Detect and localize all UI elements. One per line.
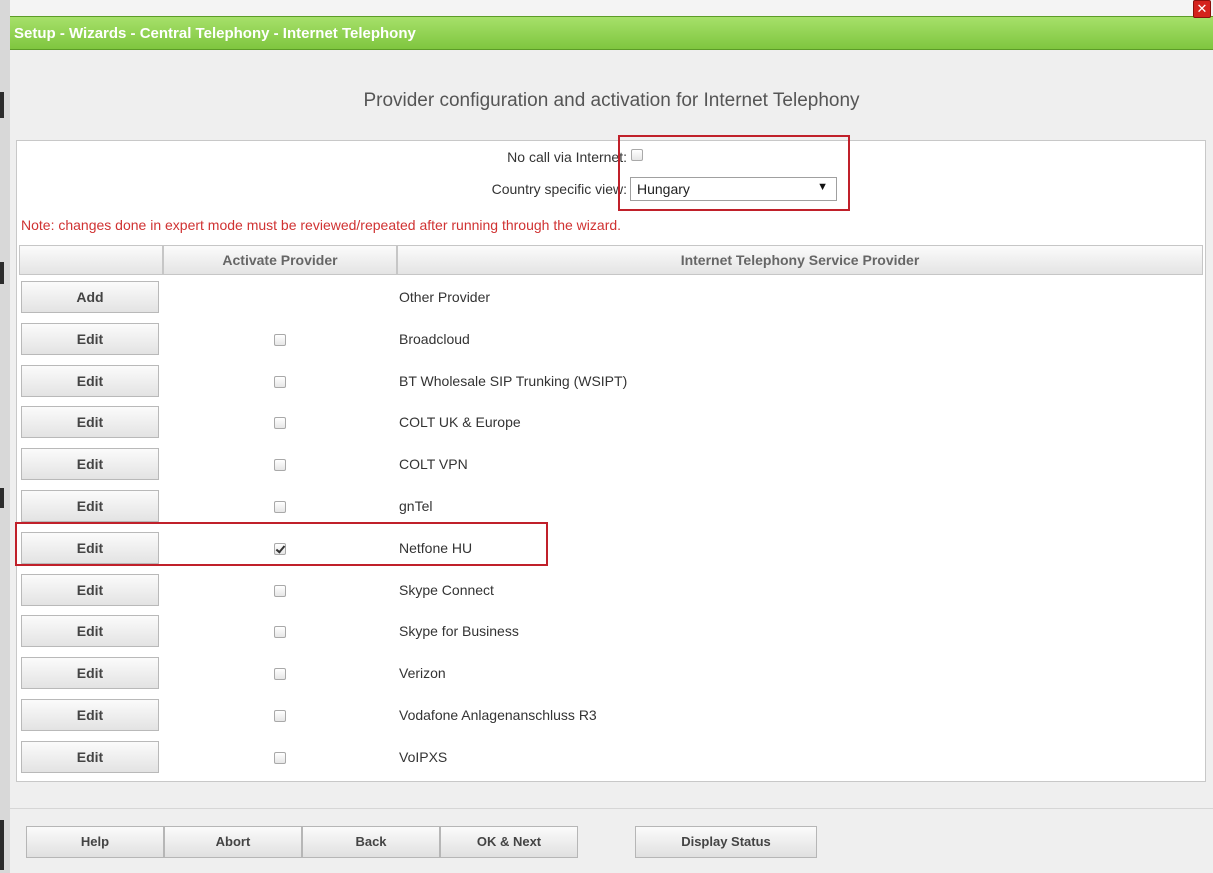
no-call-label: No call via Internet: bbox=[507, 149, 627, 165]
wizard-note: Note: changes done in expert mode must b… bbox=[21, 217, 622, 233]
ok-next-button[interactable]: OK & Next bbox=[440, 826, 578, 858]
table-row: Edit BT Wholesale SIP Trunking (WSIPT) bbox=[19, 361, 1203, 403]
provider-name: BT Wholesale SIP Trunking (WSIPT) bbox=[399, 372, 628, 389]
table-row: Add Other Provider bbox=[19, 277, 1203, 319]
activate-provider-checkbox[interactable] bbox=[274, 459, 286, 472]
edit-provider-button[interactable]: Edit bbox=[21, 448, 159, 481]
activate-provider-checkbox[interactable] bbox=[274, 626, 286, 639]
provider-name: Skype Connect bbox=[399, 581, 494, 598]
edge-mark bbox=[0, 820, 4, 870]
activate-provider-checkbox[interactable] bbox=[274, 375, 286, 388]
no-call-checkbox[interactable] bbox=[631, 149, 643, 161]
provider-name: COLT VPN bbox=[399, 456, 468, 473]
country-label: Country specific view: bbox=[491, 181, 627, 197]
table-row: Edit VoIPXS bbox=[19, 737, 1203, 779]
footer-separator bbox=[10, 808, 1213, 809]
edge-mark bbox=[0, 488, 4, 508]
provider-table-header: Activate Provider Internet Telephony Ser… bbox=[19, 245, 1203, 275]
edit-provider-button[interactable]: Edit bbox=[21, 573, 159, 606]
edge-mark bbox=[0, 92, 4, 118]
edit-provider-button[interactable]: Edit bbox=[21, 698, 159, 731]
add-provider-button[interactable]: Add bbox=[21, 281, 159, 313]
table-row: Edit gnTel bbox=[19, 486, 1203, 528]
edit-provider-button[interactable]: Edit bbox=[21, 740, 159, 773]
abort-button[interactable]: Abort bbox=[164, 826, 302, 858]
activate-provider-checkbox[interactable] bbox=[274, 333, 286, 346]
provider-name: Verizon bbox=[399, 665, 446, 682]
provider-table-body: Add Other Provider Edit Broadcloud Edit BT Wh… bbox=[19, 277, 1203, 779]
display-status-button[interactable]: Display Status bbox=[635, 826, 817, 858]
help-button[interactable]: Help bbox=[26, 826, 164, 858]
table-row: Edit Skype Connect bbox=[19, 570, 1203, 612]
table-row: Edit Verizon bbox=[19, 653, 1203, 695]
activate-provider-checkbox[interactable] bbox=[274, 417, 286, 430]
table-row: Edit Skype for Business bbox=[19, 611, 1203, 653]
activate-provider-checkbox[interactable] bbox=[274, 751, 286, 764]
content-panel: No call via Internet: Country specific v… bbox=[15, 135, 1206, 782]
top-strip bbox=[10, 0, 1213, 16]
close-icon[interactable]: ✕ bbox=[1193, 0, 1211, 18]
header-actions bbox=[19, 245, 163, 275]
table-row: Edit Vodafone Anlagenanschluss R3 bbox=[19, 695, 1203, 737]
edit-provider-button[interactable]: Edit bbox=[21, 615, 159, 648]
provider-name: COLT UK & Europe bbox=[399, 414, 521, 431]
provider-name: Broadcloud bbox=[399, 330, 470, 347]
edit-provider-button[interactable]: Edit bbox=[21, 364, 159, 397]
header-service-provider: Internet Telephony Service Provider bbox=[397, 245, 1203, 275]
provider-name: Other Provider bbox=[399, 289, 491, 305]
provider-name: Vodafone Anlagenanschluss R3 bbox=[399, 706, 597, 723]
country-select[interactable]: Hungary ▼ bbox=[630, 177, 837, 201]
provider-name: VoIPXS bbox=[399, 748, 448, 765]
title-bar[interactable]: Setup - Wizards - Central Telephony - In… bbox=[10, 16, 1213, 50]
back-button[interactable]: Back bbox=[302, 826, 440, 858]
edit-provider-button[interactable]: Edit bbox=[21, 489, 159, 522]
table-row: Edit Broadcloud bbox=[19, 319, 1203, 361]
page-title: Provider configuration and activation fo… bbox=[363, 90, 860, 111]
edit-provider-button[interactable]: Edit bbox=[21, 531, 159, 564]
provider-name: gnTel bbox=[399, 497, 433, 514]
activate-provider-checkbox[interactable] bbox=[274, 584, 286, 597]
dropdown-arrow-icon: ▼ bbox=[817, 181, 828, 193]
provider-name: Netfone HU bbox=[399, 539, 473, 556]
activate-provider-checkbox[interactable] bbox=[274, 500, 286, 513]
edge-mark bbox=[0, 262, 4, 284]
activate-provider-checkbox[interactable] bbox=[274, 542, 286, 555]
edit-provider-button[interactable]: Edit bbox=[21, 322, 159, 355]
activate-provider-checkbox[interactable] bbox=[274, 668, 286, 681]
header-activate-provider: Activate Provider bbox=[163, 245, 397, 275]
table-row: Edit COLT VPN bbox=[19, 444, 1203, 486]
country-select-value: Hungary bbox=[637, 181, 690, 197]
table-row: Edit COLT UK & Europe bbox=[19, 402, 1203, 444]
edit-provider-button[interactable]: Edit bbox=[21, 657, 159, 690]
wizard-dialog: Setup - Wizards - Central Telephony - In… bbox=[10, 0, 1213, 873]
edit-provider-button[interactable]: Edit bbox=[21, 406, 159, 439]
window-title: Setup - Wizards - Central Telephony - In… bbox=[14, 25, 416, 42]
activate-provider-checkbox[interactable] bbox=[274, 709, 286, 722]
provider-name: Skype for Business bbox=[399, 623, 519, 640]
table-row: Edit Netfone HU bbox=[19, 528, 1203, 570]
